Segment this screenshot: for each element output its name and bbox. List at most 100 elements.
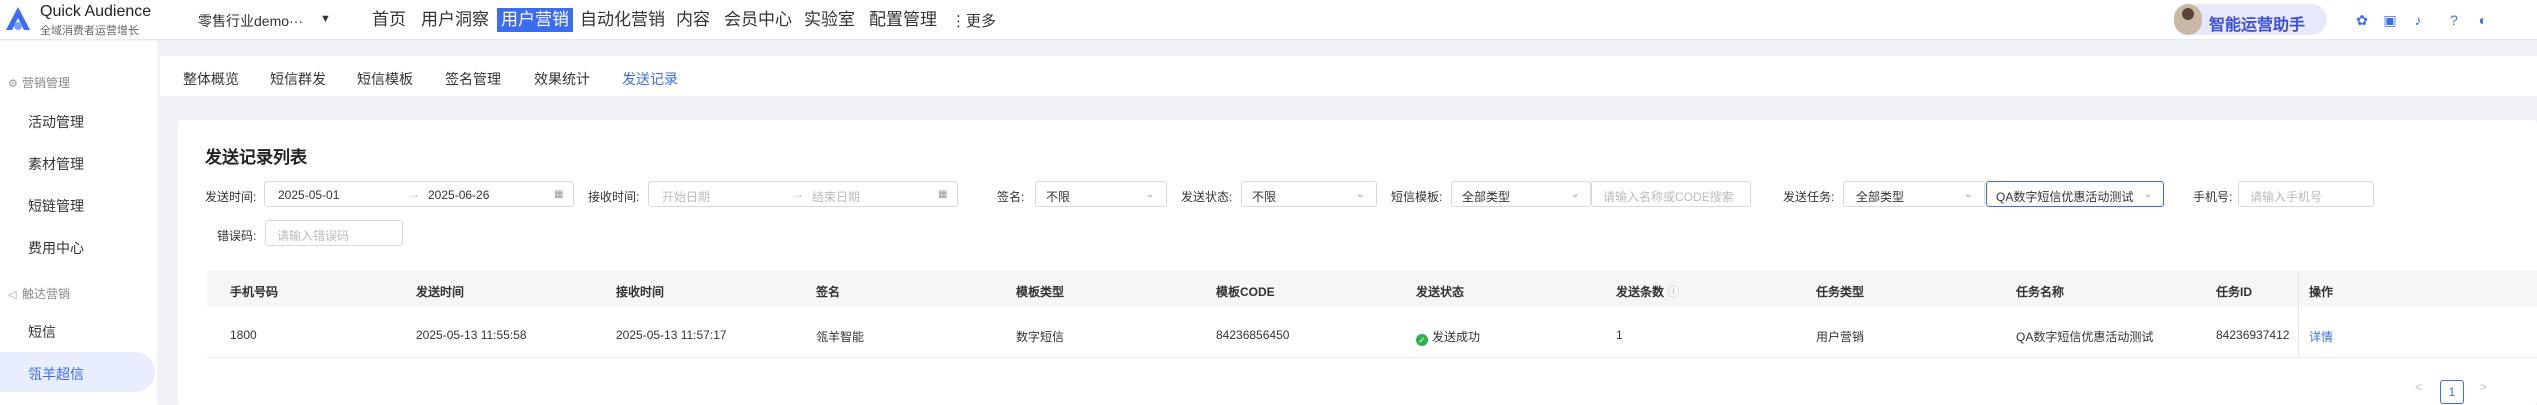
tab-overview[interactable]: 整体概览	[183, 69, 239, 89]
tab-signature[interactable]: 签名管理	[445, 69, 501, 89]
cell-task-id: 84236937412	[2216, 328, 2290, 342]
status-label: 发送状态:	[1181, 190, 1233, 204]
sidebar	[0, 41, 157, 405]
send-icon: ◁	[8, 289, 17, 301]
task-select-value[interactable]: QA数字短信优惠活动测试	[1996, 188, 2133, 205]
chevron-down-icon[interactable]: ▼	[320, 13, 331, 25]
col-phone: 手机号码	[230, 285, 279, 299]
cell-template-type: 数字短信	[1016, 330, 1065, 344]
errcode-label: 错误码:	[217, 229, 257, 243]
phone-placeholder[interactable]: 请输入手机号	[2250, 188, 2322, 205]
sidebar-item-cost[interactable]: 费用中心	[28, 238, 84, 258]
theme-icon[interactable]: ◐	[2475, 12, 2491, 28]
sidebar-item-sms[interactable]: 短信	[28, 322, 56, 342]
task-label: 发送任务:	[1783, 190, 1835, 204]
col-send-time: 发送时间	[416, 285, 465, 299]
recv-end-input[interactable]: 结束日期	[812, 188, 860, 205]
calendar-icon: ▦	[554, 189, 564, 200]
success-check-icon: ✓	[1416, 334, 1428, 346]
chevron-down-icon: ⌄	[1356, 189, 1365, 200]
chevron-down-icon: ⌄	[1571, 189, 1580, 200]
sidebar-group-marketing[interactable]: ⚙ 营销管理	[8, 74, 70, 91]
col-task-type: 任务类型	[1816, 285, 1865, 299]
chevron-down-icon: ⌄	[1964, 189, 1973, 200]
nav-config-management[interactable]: 配置管理	[867, 8, 939, 32]
recv-start-input[interactable]: 开始日期	[662, 188, 710, 205]
nav-lab[interactable]: 实验室	[802, 8, 857, 32]
tab-bar	[160, 56, 2537, 96]
nav-more[interactable]: ⋮更多	[951, 10, 996, 31]
sidebar-item-material[interactable]: 素材管理	[28, 154, 84, 174]
records-card	[178, 120, 2537, 405]
ai-assistant-label[interactable]: 智能运营助手	[2209, 11, 2305, 35]
help-icon[interactable]: ?	[2446, 12, 2462, 28]
sidebar-item-activity[interactable]: 活动管理	[28, 112, 84, 132]
brand-title: Quick Audience	[40, 3, 152, 20]
send-time-label: 发送时间:	[205, 190, 257, 204]
nav-user-insight[interactable]: 用户洞察	[419, 8, 491, 32]
tab-sms-bulk[interactable]: 短信群发	[270, 69, 326, 89]
range-arrow-icon: →	[408, 187, 420, 201]
cell-count: 1	[1616, 328, 1623, 342]
cell-status: ✓ 发送成功	[1416, 328, 1480, 346]
detail-link[interactable]: 详情	[2309, 328, 2333, 345]
nav-member-center[interactable]: 会员中心	[722, 8, 794, 32]
sidebar-item-lingyang-chaoxin[interactable]: 瓴羊超信	[28, 364, 84, 384]
recv-time-label: 接收时间:	[588, 190, 640, 204]
col-action: 操作	[2309, 285, 2334, 299]
cell-send-time: 2025-05-13 11:55:58	[416, 328, 527, 342]
errcode-placeholder[interactable]: 请输入错误码	[277, 227, 349, 244]
nav-user-marketing[interactable]: 用户营销	[497, 8, 573, 32]
phone-label: 手机号:	[2193, 190, 2233, 204]
task-type-value[interactable]: 全部类型	[1856, 188, 1904, 205]
sidebar-item-shortlink[interactable]: 短链管理	[28, 196, 84, 216]
cell-template-code: 84236856450	[1216, 328, 1290, 342]
col-task-name: 任务名称	[2016, 285, 2065, 299]
pagination-prev-button[interactable]: <	[2415, 380, 2422, 394]
sign-label: 签名:	[997, 190, 1025, 204]
template-search-placeholder[interactable]: 请输入名称或CODE搜索	[1603, 188, 1734, 205]
cell-sign: 瓴羊智能	[816, 330, 865, 344]
pagination-next-button[interactable]: >	[2480, 380, 2487, 394]
settings-icon[interactable]: ✿	[2354, 12, 2370, 28]
nav-content[interactable]: 内容	[674, 8, 712, 32]
send-time-end[interactable]: 2025-06-26	[428, 188, 489, 202]
page-title: 发送记录列表	[205, 148, 307, 167]
sign-select-value[interactable]: 不限	[1046, 188, 1070, 205]
pagination-current-page[interactable]: 1	[2440, 380, 2464, 404]
table-header	[207, 271, 2537, 307]
chevron-down-icon: ⌄	[2144, 189, 2153, 200]
fixed-column-divider	[2298, 271, 2299, 357]
tab-effect-stats[interactable]: 效果统计	[534, 69, 590, 89]
col-count: 发送条数 ⓘ	[1616, 285, 1680, 299]
assistant-avatar[interactable]	[2174, 4, 2202, 35]
chevron-down-icon: ⌄	[1146, 189, 1155, 200]
bell-icon[interactable]: ♪	[2410, 12, 2426, 28]
col-recv-time: 接收时间	[616, 285, 665, 299]
cell-recv-time: 2025-05-13 11:57:17	[616, 328, 727, 342]
nav-automation-marketing[interactable]: 自动化营销	[578, 8, 667, 32]
row-divider	[207, 357, 2537, 358]
cell-task-name: QA数字短信优惠活动测试	[2016, 330, 2154, 344]
send-time-start[interactable]: 2025-05-01	[278, 188, 339, 202]
nav-home[interactable]: 首页	[370, 8, 408, 32]
cell-phone: 1800	[230, 328, 257, 342]
col-template-code: 模板CODE	[1216, 285, 1275, 299]
template-label: 短信模板:	[1391, 190, 1443, 204]
gear-icon: ⚙	[8, 78, 18, 90]
tab-sms-template[interactable]: 短信模板	[357, 69, 413, 89]
col-sign: 签名	[816, 285, 841, 299]
cell-task-type: 用户营销	[1816, 330, 1865, 344]
status-select-value[interactable]: 不限	[1252, 188, 1276, 205]
quick-audience-logo-icon[interactable]	[0, 2, 36, 38]
info-icon[interactable]: ⓘ	[1667, 285, 1679, 299]
calendar-icon: ▦	[938, 189, 948, 200]
col-template-type: 模板类型	[1016, 285, 1065, 299]
tab-send-records[interactable]: 发送记录	[622, 69, 678, 89]
range-arrow-icon: →	[792, 187, 804, 201]
col-status: 发送状态	[1416, 285, 1465, 299]
briefcase-icon[interactable]: ▣	[2382, 12, 2398, 28]
template-type-value[interactable]: 全部类型	[1462, 188, 1510, 205]
sidebar-group-reach[interactable]: ◁ 触达营销	[8, 285, 70, 302]
industry-selector[interactable]: 零售行业demo···	[198, 11, 303, 31]
